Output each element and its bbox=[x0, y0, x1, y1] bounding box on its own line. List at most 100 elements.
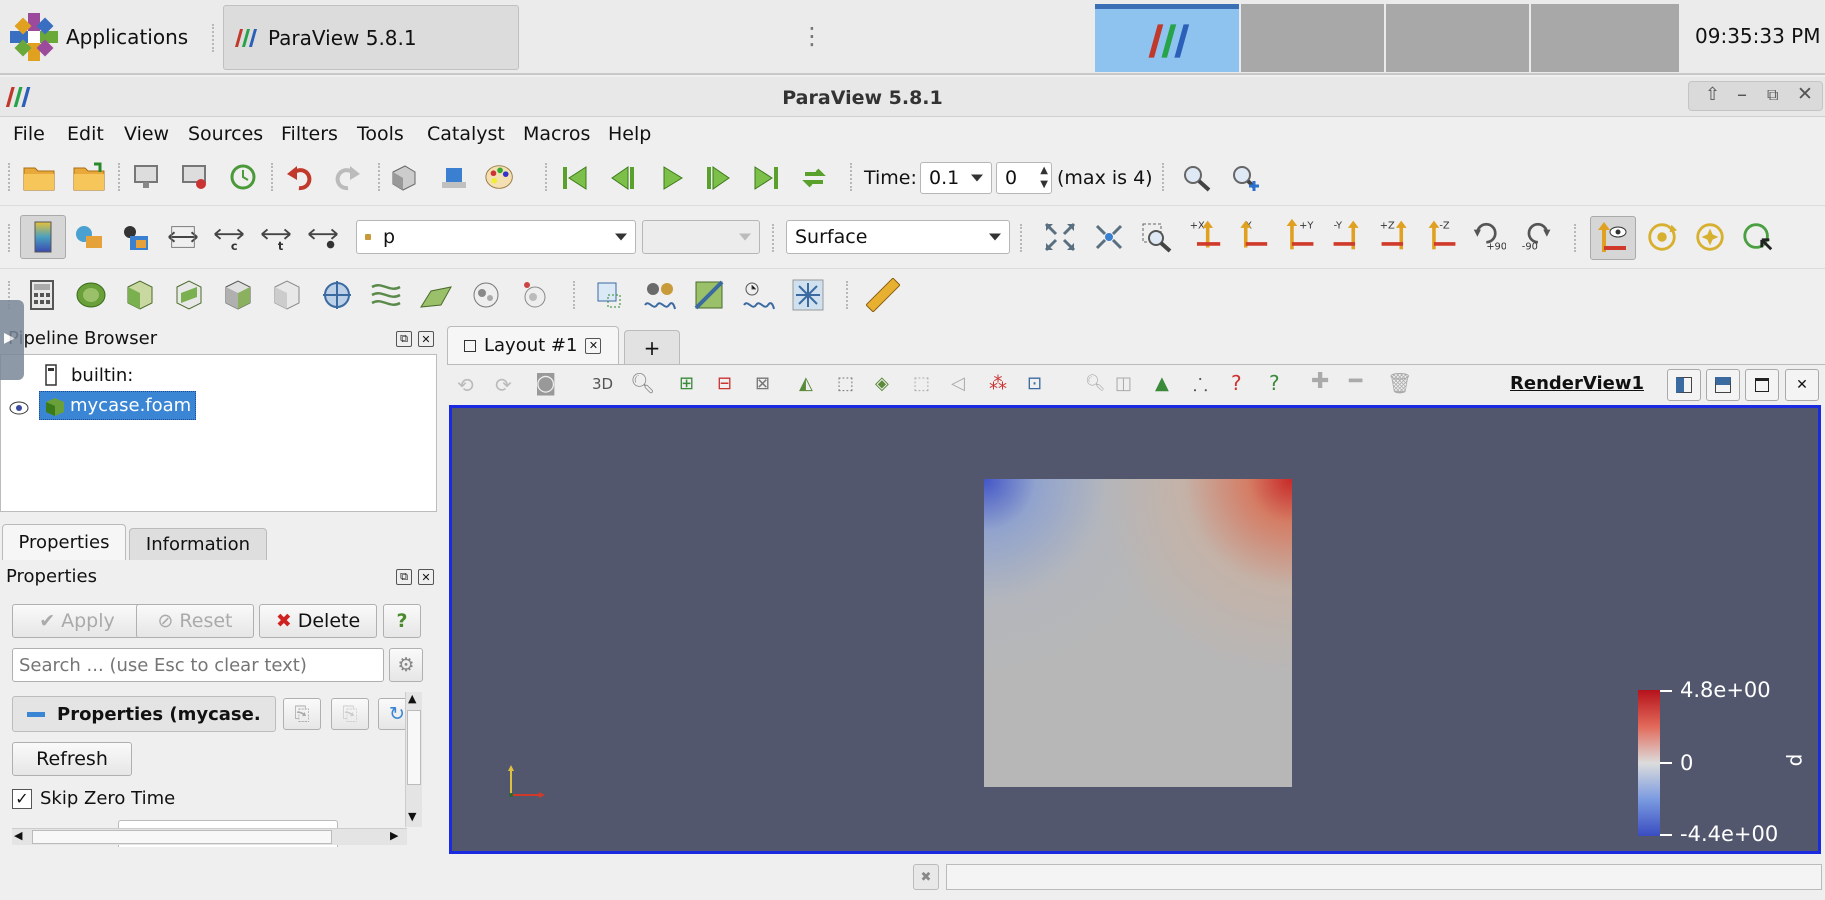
grow-selection-icon[interactable]: ⁂ bbox=[989, 373, 1007, 394]
maximize-view-icon[interactable] bbox=[1745, 369, 1779, 401]
split-horizontal-icon[interactable] bbox=[1667, 369, 1701, 401]
group-datasets-icon[interactable] bbox=[469, 278, 503, 312]
center-rotation-icon[interactable] bbox=[1645, 220, 1679, 254]
select-points-icon[interactable]: ⊟ bbox=[717, 373, 732, 394]
scroll-down-icon[interactable]: ▼ bbox=[408, 810, 416, 823]
toggle-color-legend-button[interactable] bbox=[20, 215, 66, 259]
menu-catalyst[interactable]: Catalyst bbox=[427, 123, 505, 145]
reset-camera-closest-icon[interactable] bbox=[1092, 220, 1126, 254]
select-block-icon[interactable]: ⊠ bbox=[755, 373, 770, 394]
interactive-center-icon[interactable] bbox=[1741, 220, 1775, 254]
menu-file[interactable]: File bbox=[13, 123, 45, 145]
layout-tab[interactable]: Layout #1 ✕ bbox=[447, 326, 619, 364]
query-selection-advanced-icon[interactable]: ? bbox=[1269, 371, 1280, 395]
shrink-selection-icon[interactable]: ⊡ bbox=[1027, 373, 1042, 394]
scrollbar-thumb[interactable] bbox=[32, 830, 332, 844]
toggle-3d-button[interactable]: 3D bbox=[592, 375, 613, 393]
glyph-icon[interactable] bbox=[320, 278, 354, 312]
ruler-icon[interactable] bbox=[866, 278, 900, 312]
time-step-spinbox[interactable]: 0 ▲ ▼ bbox=[996, 162, 1052, 194]
reset-session-icon[interactable] bbox=[226, 160, 260, 194]
properties-horizontal-scrollbar[interactable]: ◀ ▶ bbox=[12, 828, 407, 845]
tab-properties[interactable]: Properties bbox=[2, 524, 126, 560]
add-layout-tab[interactable]: + bbox=[624, 330, 680, 364]
last-frame-icon[interactable] bbox=[749, 161, 783, 195]
time-select[interactable]: 0.1 bbox=[920, 162, 992, 194]
workspace-3[interactable] bbox=[1386, 4, 1529, 72]
next-frame-icon[interactable] bbox=[701, 161, 735, 195]
view-plus-x-icon[interactable]: +X bbox=[1188, 218, 1222, 252]
view-plus-z-icon[interactable]: +Z bbox=[1378, 218, 1412, 252]
select-polygon-icon[interactable]: ⬚ bbox=[837, 373, 854, 394]
plot-selection-icon[interactable] bbox=[692, 278, 726, 312]
shade-icon[interactable]: ⇧ bbox=[1705, 84, 1720, 105]
render-view[interactable]: 4.8e+00 0 -4.4e+00 p bbox=[449, 405, 1821, 854]
play-icon[interactable] bbox=[655, 161, 689, 195]
menu-macros[interactable]: Macros bbox=[523, 123, 590, 145]
taskbar-more-icon[interactable]: ⋮ bbox=[800, 22, 824, 50]
rescale-custom-range-icon[interactable]: c bbox=[212, 220, 246, 254]
warp-by-vector-icon[interactable] bbox=[419, 278, 453, 312]
copy-properties-icon[interactable]: ⎘ bbox=[283, 698, 321, 730]
find-data-icon[interactable] bbox=[593, 278, 627, 312]
rotate-plus-90-icon[interactable]: +90 bbox=[1472, 218, 1506, 252]
select-frustum-icon[interactable]: ◭ bbox=[799, 373, 813, 394]
contour-icon[interactable] bbox=[74, 278, 108, 312]
representation-select[interactable]: Surface bbox=[786, 220, 1010, 254]
center-axes-icon[interactable] bbox=[436, 160, 470, 194]
close-tab-icon[interactable]: ✕ bbox=[585, 337, 602, 354]
query-selection-icon[interactable]: ? bbox=[1231, 371, 1242, 395]
dataset-surface[interactable] bbox=[984, 479, 1292, 787]
delete-button[interactable]: ✖ Delete bbox=[259, 604, 377, 638]
skip-zero-time-checkbox[interactable]: ✓ Skip Zero Time bbox=[12, 788, 175, 809]
refresh-button[interactable]: Refresh bbox=[12, 742, 132, 776]
close-view-icon[interactable]: ✕ bbox=[1785, 369, 1819, 401]
float-panel-icon[interactable]: ⧉ bbox=[396, 569, 412, 585]
view-plus-y-icon[interactable]: +Y bbox=[1283, 218, 1317, 252]
properties-vertical-scrollbar[interactable]: ▲ ▼ bbox=[405, 692, 422, 827]
scroll-right-icon[interactable]: ▶ bbox=[390, 829, 398, 842]
workspace-4[interactable] bbox=[1531, 4, 1679, 72]
capture-screenshot-icon[interactable]: ◙ bbox=[535, 371, 556, 396]
threshold-icon[interactable] bbox=[221, 278, 255, 312]
menu-edit[interactable]: Edit bbox=[67, 123, 104, 145]
properties-section-header[interactable]: Properties (mycase. bbox=[12, 696, 276, 732]
select-cells-icon[interactable]: ⊞ bbox=[679, 373, 694, 394]
tab-information[interactable]: Information bbox=[129, 528, 267, 560]
interactive-select-icon[interactable]: ◈ bbox=[875, 373, 889, 394]
spin-arrows-icon[interactable]: ▲ ▼ bbox=[1040, 164, 1048, 192]
float-panel-icon[interactable]: ⧉ bbox=[396, 331, 412, 347]
interactive-zoom-icon[interactable]: 🔍︎ bbox=[630, 371, 655, 395]
split-vertical-icon[interactable] bbox=[1706, 369, 1740, 401]
first-frame-icon[interactable] bbox=[558, 161, 592, 195]
plot-selection-icon[interactable]: ▲ bbox=[1155, 373, 1169, 394]
clear-status-icon[interactable]: ✖ bbox=[913, 864, 939, 890]
menu-tools[interactable]: Tools bbox=[357, 123, 404, 145]
view-minus-x-icon[interactable]: -X bbox=[1235, 218, 1269, 252]
edit-color-map-icon[interactable] bbox=[73, 220, 107, 254]
plot-over-time-icon[interactable] bbox=[742, 278, 776, 312]
slice-icon[interactable] bbox=[172, 278, 206, 312]
zoom-closest-icon[interactable] bbox=[1229, 161, 1263, 195]
axis-aligned-slice-icon[interactable] bbox=[791, 278, 825, 312]
workspace-1[interactable] bbox=[1095, 4, 1239, 72]
undo-icon[interactable] bbox=[283, 160, 317, 194]
extract-level-icon[interactable] bbox=[518, 278, 552, 312]
palette-icon[interactable] bbox=[484, 160, 518, 194]
extract-subset-icon[interactable] bbox=[270, 278, 304, 312]
pick-center-icon[interactable] bbox=[1693, 220, 1727, 254]
visibility-eye-icon[interactable] bbox=[9, 399, 29, 415]
menu-filters[interactable]: Filters bbox=[281, 123, 338, 145]
connect-icon[interactable] bbox=[129, 160, 163, 194]
scroll-up-icon[interactable]: ▲ bbox=[408, 692, 416, 705]
zoom-to-data-icon[interactable] bbox=[1180, 161, 1214, 195]
save-state-folder-icon[interactable] bbox=[72, 160, 106, 194]
rescale-visible-range-icon[interactable] bbox=[306, 220, 340, 254]
close-panel-icon[interactable]: ✕ bbox=[418, 569, 434, 585]
pipeline-item-builtin[interactable]: builtin: bbox=[45, 361, 133, 389]
close-panel-icon[interactable]: ✕ bbox=[418, 331, 434, 347]
scroll-left-icon[interactable]: ◀ bbox=[14, 829, 22, 842]
menu-sources[interactable]: Sources bbox=[188, 123, 263, 145]
view-minus-y-icon[interactable]: -Y bbox=[1330, 218, 1364, 252]
menu-view[interactable]: View bbox=[124, 123, 169, 145]
